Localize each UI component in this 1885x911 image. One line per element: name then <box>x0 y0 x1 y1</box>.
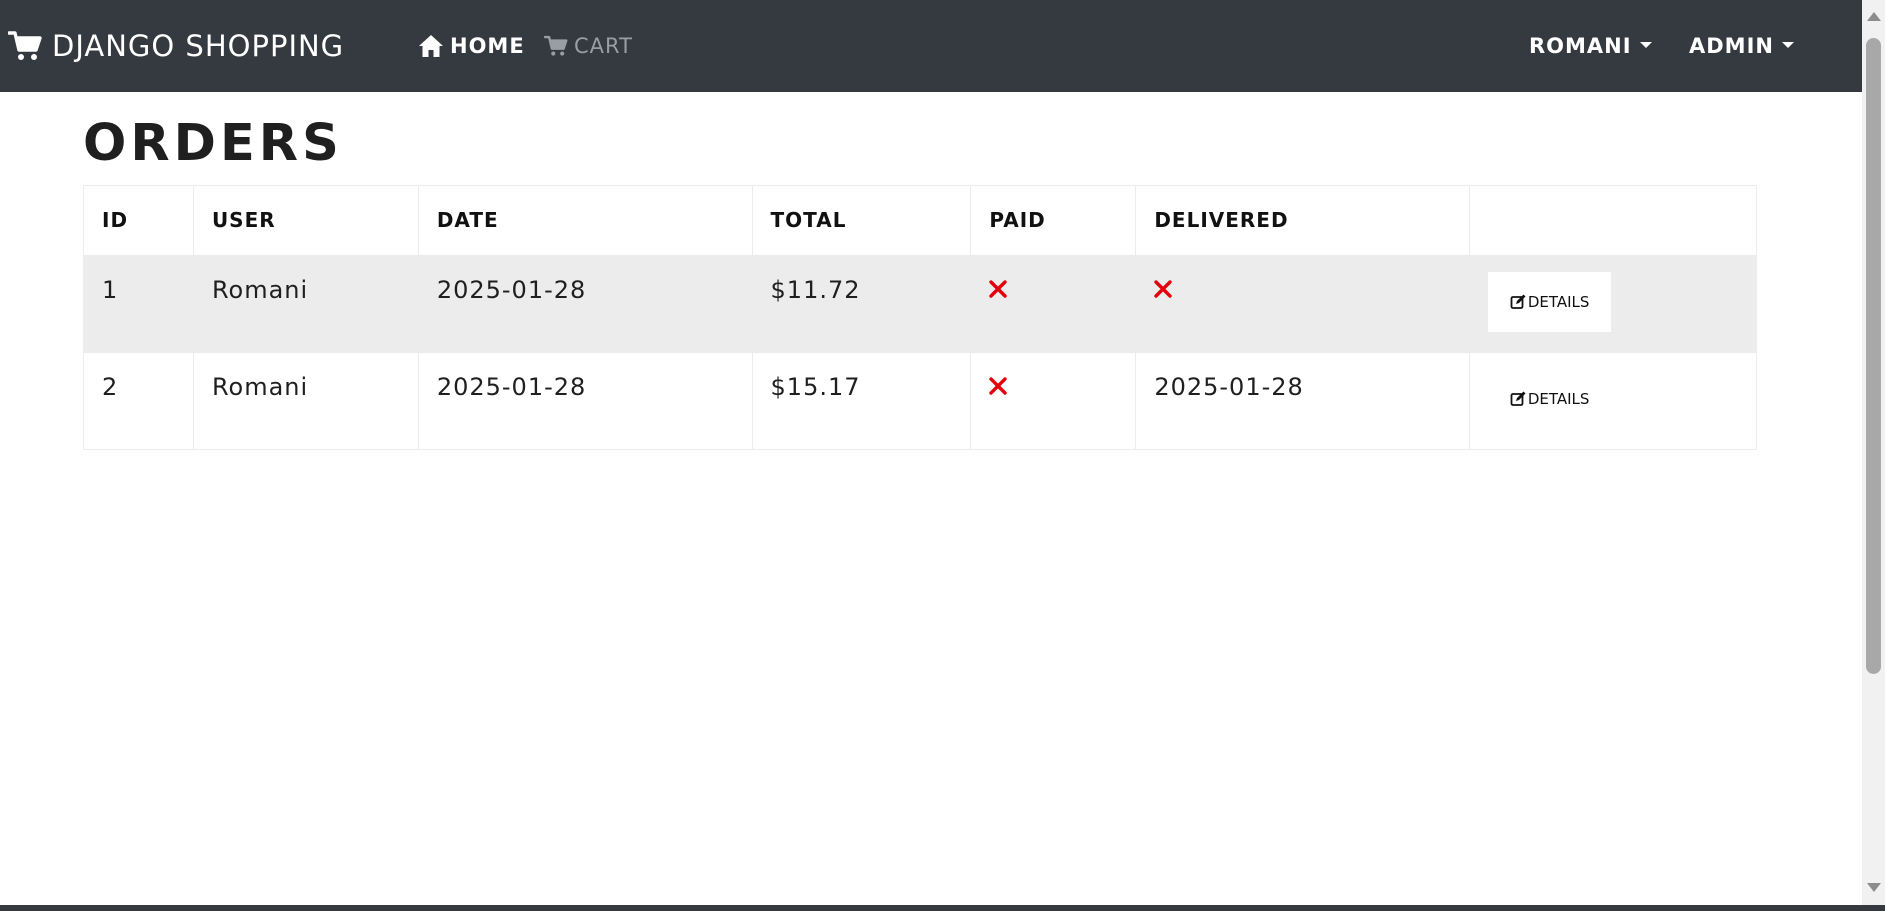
nav-home-label: HOME <box>450 34 525 58</box>
order-id-cell: 1 <box>83 255 194 353</box>
scroll-up-arrow-icon[interactable] <box>1867 12 1881 21</box>
order-delivered-cell: 2025-01-28 <box>1135 352 1471 450</box>
order-paid-cell <box>970 352 1137 450</box>
order-total-cell: $11.72 <box>751 255 972 353</box>
table-header-row: ID USER DATE TOTAL PAID DELIVERED <box>83 185 1757 256</box>
edit-icon <box>1510 391 1526 406</box>
edit-icon <box>1510 294 1526 309</box>
order-total-cell: $15.17 <box>751 352 972 450</box>
brand-name: DJANGO SHOPPING <box>52 29 345 63</box>
cart-icon <box>544 35 568 56</box>
scroll-thumb[interactable] <box>1866 38 1881 674</box>
table-row: 1 Romani 2025-01-28 $11.72 DETAILS <box>83 255 1757 353</box>
order-action-cell: DETAILS <box>1469 255 1757 353</box>
brand-link[interactable]: DJANGO SHOPPING <box>8 26 344 66</box>
order-date-cell: 2025-01-28 <box>417 255 753 353</box>
orders-table: ID USER DATE TOTAL PAID DELIVERED 1 Roma… <box>83 185 1757 450</box>
column-header-date: DATE <box>417 185 753 256</box>
details-button[interactable]: DETAILS <box>1488 369 1612 429</box>
column-header-paid: PAID <box>970 185 1137 256</box>
user-dropdown-label: ROMANI <box>1529 34 1632 58</box>
order-user-cell: Romani <box>192 352 419 450</box>
cart-icon <box>8 31 42 60</box>
scroll-down-arrow-icon[interactable] <box>1867 883 1881 892</box>
order-user-cell: Romani <box>192 255 419 353</box>
not-paid-x-icon <box>989 280 1008 298</box>
column-header-actions <box>1469 185 1757 256</box>
order-action-cell: DETAILS <box>1469 352 1757 450</box>
admin-dropdown[interactable]: ADMIN <box>1689 30 1794 62</box>
vertical-scrollbar[interactable] <box>1862 0 1885 905</box>
column-header-id: ID <box>83 185 194 256</box>
order-date-cell: 2025-01-28 <box>417 352 753 450</box>
not-paid-x-icon <box>989 377 1008 395</box>
column-header-total: TOTAL <box>751 185 972 256</box>
details-button[interactable]: DETAILS <box>1488 272 1612 332</box>
caret-down-icon <box>1781 42 1794 48</box>
details-button-label: DETAILS <box>1527 390 1590 408</box>
caret-down-icon <box>1639 42 1652 48</box>
admin-dropdown-label: ADMIN <box>1689 34 1774 58</box>
not-delivered-x-icon <box>1154 280 1173 298</box>
user-dropdown[interactable]: ROMANI <box>1529 30 1652 62</box>
order-paid-cell <box>970 255 1137 353</box>
window-bottom-edge <box>0 905 1885 911</box>
page: DJANGO SHOPPING HOME CART ROMANI ADMIN O… <box>0 0 1862 905</box>
nav-home-link[interactable]: HOME <box>418 30 525 62</box>
home-icon <box>419 35 443 57</box>
table-row: 2 Romani 2025-01-28 $15.17 2025-01-28 DE… <box>83 352 1757 450</box>
order-delivered-cell <box>1135 255 1471 353</box>
order-id-cell: 2 <box>83 352 194 450</box>
column-header-user: USER <box>192 185 419 256</box>
nav-cart-link[interactable]: CART <box>544 30 633 62</box>
details-button-label: DETAILS <box>1527 293 1590 311</box>
column-header-delivered: DELIVERED <box>1135 185 1471 256</box>
page-title: ORDERS <box>83 114 343 173</box>
navbar: DJANGO SHOPPING HOME CART ROMANI ADMIN <box>0 0 1862 92</box>
nav-cart-label: CART <box>574 34 633 58</box>
